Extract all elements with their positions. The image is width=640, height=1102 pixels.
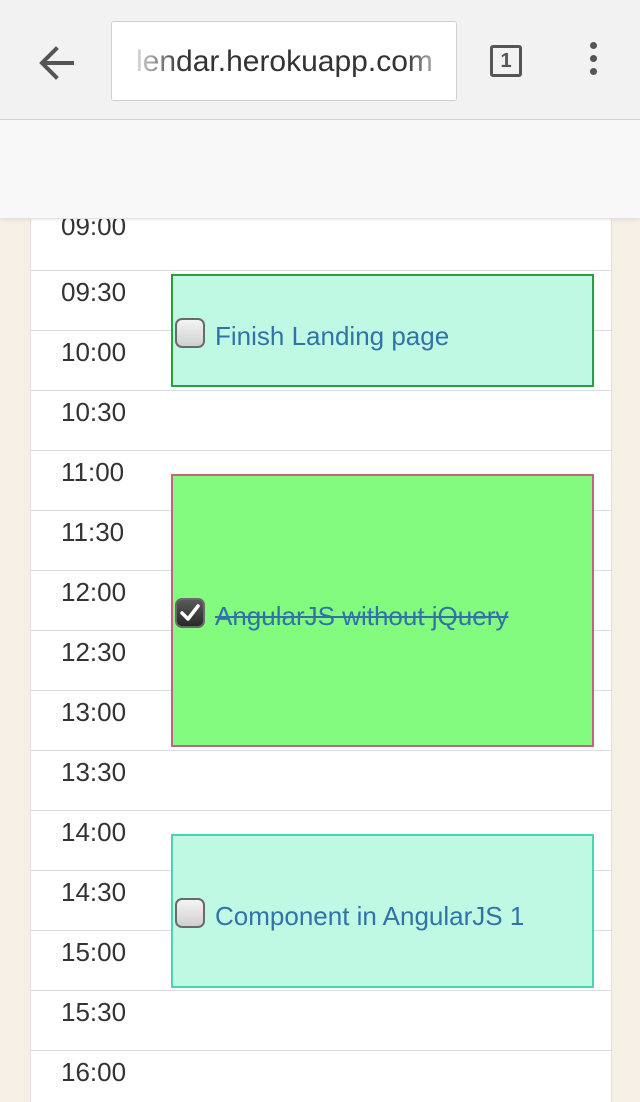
time-slot[interactable]: 13:30 <box>31 751 611 811</box>
event-title[interactable]: Component in AngularJS 1 <box>215 901 524 931</box>
url-fade-left <box>112 22 182 100</box>
event-title[interactable]: AngularJS without jQuery <box>215 601 508 631</box>
time-label: 16:00 <box>61 1057 127 1087</box>
day-calendar: 09:00 09:30 10:00 10:30 11:00 11:30 12:0… <box>30 219 612 1102</box>
back-arrow-icon[interactable] <box>36 43 76 83</box>
event-checkbox[interactable] <box>175 318 205 348</box>
calendar-event[interactable]: Component in AngularJS 1 <box>171 834 594 988</box>
event-title[interactable]: Finish Landing page <box>215 321 449 351</box>
checkmark-icon <box>180 604 200 621</box>
time-label: 09:30 <box>61 277 127 307</box>
time-label: 15:30 <box>61 997 127 1027</box>
time-label: 15:00 <box>61 937 127 967</box>
time-label: 12:00 <box>61 577 127 607</box>
time-label: 13:00 <box>61 697 127 727</box>
overflow-menu-icon[interactable] <box>582 42 604 82</box>
time-slot[interactable]: 15:30 <box>31 991 611 1051</box>
app-navbar <box>0 120 640 219</box>
time-label: 09:00 <box>61 219 127 241</box>
calendar-event[interactable]: AngularJS without jQuery <box>171 474 594 747</box>
tab-switcher-button[interactable]: 1 <box>490 45 522 77</box>
address-bar[interactable]: lendar.herokuapp.com <box>111 21 457 101</box>
event-checkbox-checked[interactable] <box>175 598 205 628</box>
time-label: 13:30 <box>61 757 127 787</box>
url-fade-right <box>406 22 456 100</box>
time-label: 14:30 <box>61 877 127 907</box>
time-slot[interactable]: 09:00 <box>31 219 611 271</box>
time-label: 11:30 <box>61 517 125 547</box>
time-label: 10:30 <box>61 397 127 427</box>
time-label: 14:00 <box>61 817 127 847</box>
time-label: 11:00 <box>61 457 125 487</box>
event-checkbox[interactable] <box>175 898 205 928</box>
calendar-event[interactable]: Finish Landing page <box>171 274 594 387</box>
time-label: 10:00 <box>61 337 127 367</box>
time-slot[interactable]: 10:30 <box>31 391 611 451</box>
time-slot[interactable]: 16:00 <box>31 1051 611 1102</box>
time-label: 12:30 <box>61 637 127 667</box>
